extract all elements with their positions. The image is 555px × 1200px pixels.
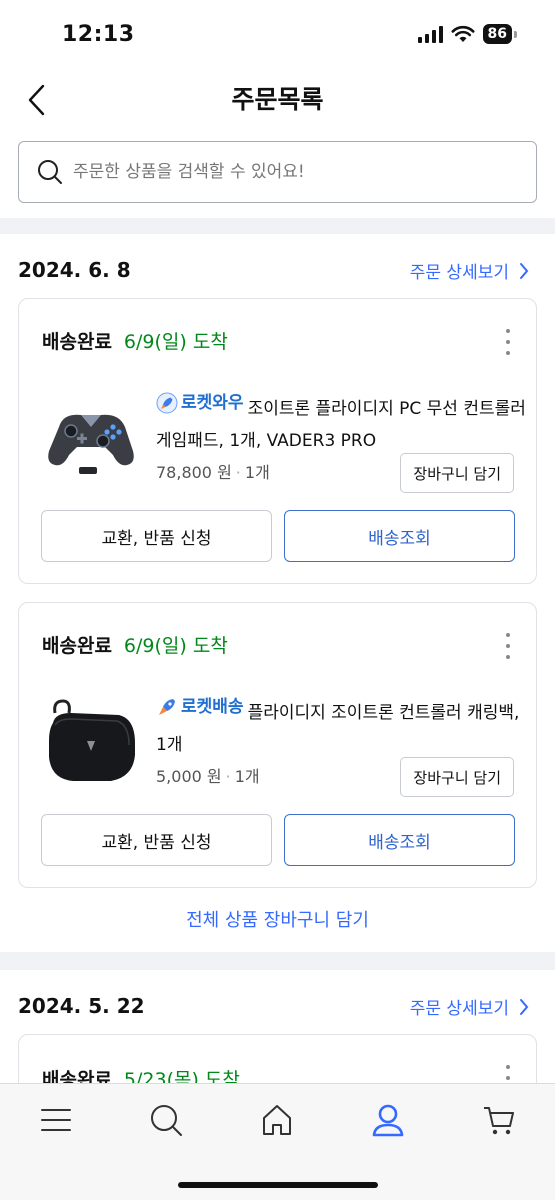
header: 주문목록 xyxy=(0,70,555,132)
order-item-card: 배송완료 5/23(목) 도착 xyxy=(18,1034,537,1083)
arrival-date: 6/9(일) 도착 xyxy=(123,635,228,657)
product-image-gamepad[interactable] xyxy=(41,389,141,489)
search-tab[interactable] xyxy=(146,1100,186,1140)
rocket-icon xyxy=(156,392,178,414)
order-date: 2024. 5. 22 xyxy=(18,994,145,1018)
order-detail-link[interactable]: 주문 상세보기 xyxy=(410,994,529,1019)
order-date: 2024. 6. 8 xyxy=(18,258,131,282)
quantity: 1개 xyxy=(244,463,270,482)
product-info: 로켓와우 조이트론 플라이디지 PC 무선 컨트롤러 게임패드, 1개, VAD… xyxy=(156,387,526,457)
status-label: 배송완료 xyxy=(42,635,112,657)
more-options-button[interactable] xyxy=(502,1065,514,1083)
status-label: 배송완료 xyxy=(42,1069,112,1083)
more-options-button[interactable] xyxy=(502,633,514,659)
delivery-status: 배송완료 6/9(일) 도착 xyxy=(42,631,228,658)
order-item-card: 배송완료 6/9(일) 도착 로켓와우 조이트론 플라이디지 PC 무선 컨트롤… xyxy=(18,298,537,584)
menu-icon xyxy=(41,1109,71,1131)
home-icon xyxy=(263,1105,291,1135)
search-icon xyxy=(151,1105,182,1136)
track-delivery-button[interactable]: 배송조회 xyxy=(284,510,515,562)
menu-tab[interactable] xyxy=(36,1100,76,1140)
delivery-status: 배송완료 5/23(목) 도착 xyxy=(42,1065,240,1083)
cart-icon xyxy=(484,1107,514,1135)
order-group: 2024. 5. 22 주문 상세보기 배송완료 5/23(목) 도착 xyxy=(0,970,555,1083)
order-group: 2024. 6. 8 주문 상세보기 배송완료 6/9(일) 도착 로켓와우 조… xyxy=(0,234,555,952)
search-area xyxy=(0,132,555,218)
status-bar: 12:13 86 xyxy=(0,0,555,70)
home-tab[interactable] xyxy=(257,1100,297,1140)
rocket-wow-badge: 로켓와우 xyxy=(156,387,244,419)
product-image-carrying-case[interactable] xyxy=(41,693,141,793)
home-indicator xyxy=(178,1182,378,1188)
action-buttons: 교환, 반품 신청 배송조회 xyxy=(41,510,515,562)
status-label: 배송완료 xyxy=(42,331,112,353)
status-time: 12:13 xyxy=(62,22,135,47)
page-title: 주문목록 xyxy=(231,85,324,114)
arrival-date: 5/23(목) 도착 xyxy=(123,1069,240,1083)
badge-label: 로켓배송 xyxy=(181,697,244,717)
order-detail-label: 주문 상세보기 xyxy=(409,999,509,1019)
add-to-cart-button[interactable]: 장바구니 담기 xyxy=(400,453,514,493)
badge-label: 로켓와우 xyxy=(181,393,244,413)
delivery-status: 배송완료 6/9(일) 도착 xyxy=(42,327,228,354)
rocket-icon xyxy=(159,699,175,715)
cellular-signal-icon xyxy=(417,25,443,43)
exchange-return-button[interactable]: 교환, 반품 신청 xyxy=(41,814,272,866)
battery-level: 86 xyxy=(482,24,512,44)
search-icon xyxy=(38,160,62,184)
price-row: 78,800 원 · 1개 xyxy=(156,463,270,482)
chevron-right-icon xyxy=(520,998,529,1015)
price-row: 5,000 원 · 1개 xyxy=(156,767,260,786)
search-input[interactable] xyxy=(73,162,503,182)
product-name[interactable]: 로켓와우 조이트론 플라이디지 PC 무선 컨트롤러 게임패드, 1개, VAD… xyxy=(156,387,526,457)
rocket-delivery-badge: 로켓배송 xyxy=(156,691,244,723)
bottom-tab-bar xyxy=(0,1083,555,1200)
my-page-tab[interactable] xyxy=(368,1100,408,1140)
exchange-return-button[interactable]: 교환, 반품 신청 xyxy=(41,510,272,562)
order-detail-label: 주문 상세보기 xyxy=(409,263,509,283)
chevron-right-icon xyxy=(520,262,529,279)
status-icons: 86 xyxy=(417,24,517,44)
battery-icon: 86 xyxy=(482,24,517,44)
arrival-date: 6/9(일) 도착 xyxy=(123,331,228,353)
more-options-button[interactable] xyxy=(502,329,514,355)
cart-tab[interactable] xyxy=(479,1100,519,1140)
order-item-card: 배송완료 6/9(일) 도착 로켓배송 플라이디지 조이트론 컨트롤러 캐링백,… xyxy=(18,602,537,888)
search-box[interactable] xyxy=(18,141,537,203)
price: 78,800 원 xyxy=(156,463,232,482)
product-name[interactable]: 로켓배송 플라이디지 조이트론 컨트롤러 캐링백, 1개 xyxy=(156,691,526,761)
wifi-icon xyxy=(451,25,475,42)
action-buttons: 교환, 반품 신청 배송조회 xyxy=(41,814,515,866)
track-delivery-button[interactable]: 배송조회 xyxy=(284,814,515,866)
product-info: 로켓배송 플라이디지 조이트론 컨트롤러 캐링백, 1개 xyxy=(156,691,526,761)
order-detail-link[interactable]: 주문 상세보기 xyxy=(410,258,529,283)
price: 5,000 원 xyxy=(156,767,222,786)
add-all-to-cart-link[interactable]: 전체 상품 장바구니 담기 xyxy=(0,906,555,932)
quantity: 1개 xyxy=(234,767,260,786)
my-page-icon xyxy=(372,1104,404,1137)
add-to-cart-button[interactable]: 장바구니 담기 xyxy=(400,757,514,797)
